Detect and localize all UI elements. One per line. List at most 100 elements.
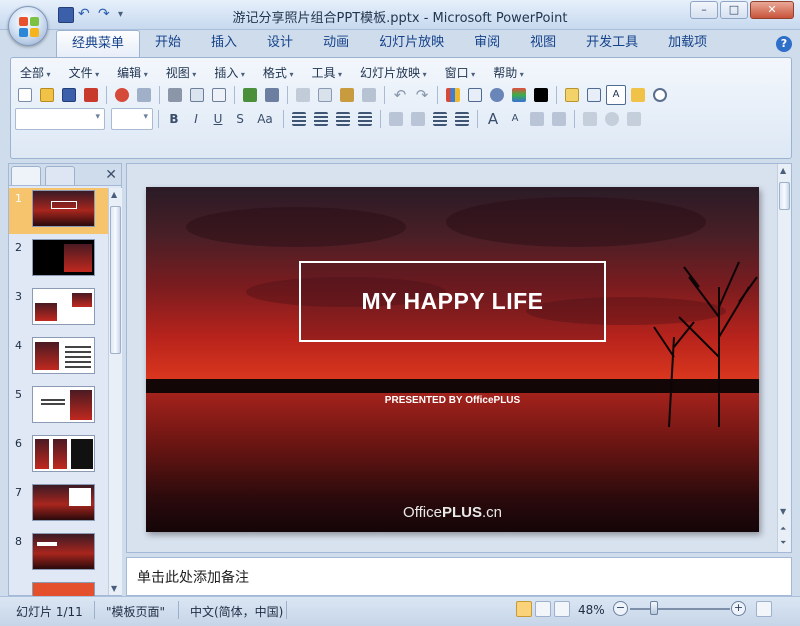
- scroll-down-icon[interactable]: ▼: [780, 507, 786, 516]
- normal-view-icon[interactable]: [516, 601, 532, 617]
- new-icon[interactable]: [15, 85, 35, 105]
- outline-tab[interactable]: [45, 166, 75, 185]
- menu-slideshow[interactable]: 幻灯片放映: [351, 62, 436, 84]
- menu-all[interactable]: 全部: [11, 62, 60, 84]
- justify-icon[interactable]: [355, 109, 375, 129]
- fit-to-window-icon[interactable]: [756, 601, 772, 617]
- slide-title-box[interactable]: MY HAPPY LIFE: [299, 261, 606, 342]
- zoom-out-button[interactable]: −: [613, 601, 628, 616]
- grow-font-button[interactable]: A: [483, 109, 503, 129]
- minimize-button[interactable]: –: [690, 1, 718, 19]
- menu-edit[interactable]: 编辑: [108, 62, 157, 84]
- menu-window[interactable]: 窗口: [436, 62, 485, 84]
- zoom-level[interactable]: 48%: [578, 603, 605, 617]
- tab-home[interactable]: 开始: [140, 30, 196, 57]
- zoom-slider-track[interactable]: [630, 608, 730, 610]
- slide-thumbnail-5[interactable]: 5: [9, 384, 109, 430]
- align-right-icon[interactable]: [333, 109, 353, 129]
- spelling-icon[interactable]: [240, 85, 260, 105]
- menu-insert[interactable]: 插入: [205, 62, 254, 84]
- underline-button[interactable]: U: [208, 109, 228, 129]
- slide-thumbnail-6[interactable]: 6: [9, 433, 109, 479]
- next-slide-icon[interactable]: ⏷: [780, 538, 786, 548]
- close-button[interactable]: ✕: [750, 1, 794, 19]
- zoom-icon[interactable]: [650, 85, 670, 105]
- slide-thumbnail-9[interactable]: [9, 580, 109, 596]
- menu-tools[interactable]: 工具: [302, 62, 351, 84]
- slide-thumbnail-2[interactable]: 2: [9, 237, 109, 283]
- globe-icon[interactable]: [487, 85, 507, 105]
- format-painter-icon[interactable]: [359, 85, 379, 105]
- slide-icon[interactable]: [209, 85, 229, 105]
- scroll-up-icon[interactable]: ▲: [111, 190, 117, 199]
- italic-button[interactable]: I: [186, 109, 206, 129]
- menu-help[interactable]: 帮助: [484, 62, 533, 84]
- slide-canvas[interactable]: MY HAPPY LIFE PRESENTED BY OfficePLUS Of…: [146, 187, 759, 532]
- align-center-icon[interactable]: [311, 109, 331, 129]
- maximize-button[interactable]: □: [720, 1, 748, 19]
- arrange-icon[interactable]: [580, 109, 600, 129]
- change-case-button[interactable]: Aa: [252, 109, 278, 129]
- copy-icon[interactable]: [315, 85, 335, 105]
- tab-review[interactable]: 审阅: [459, 30, 515, 57]
- numbering-icon[interactable]: [430, 109, 450, 129]
- font-name-combo[interactable]: [15, 108, 105, 130]
- thumbnail-scrollbar[interactable]: ▲ ▼: [108, 188, 122, 595]
- office-button[interactable]: [8, 6, 48, 46]
- increase-indent-icon[interactable]: [549, 109, 569, 129]
- previous-slide-icon[interactable]: ⏶: [780, 524, 786, 534]
- menu-view[interactable]: 视图: [157, 62, 206, 84]
- tab-animation[interactable]: 动画: [308, 30, 364, 57]
- slide-thumbnail-3[interactable]: 3: [9, 286, 109, 332]
- align-left-icon[interactable]: [289, 109, 309, 129]
- open-icon[interactable]: [37, 85, 57, 105]
- slide-scrollbar[interactable]: ▲ ▼ ⏶ ⏷: [777, 164, 791, 552]
- layout-icon[interactable]: [584, 85, 604, 105]
- tab-view[interactable]: 视图: [515, 30, 571, 57]
- tab-addins[interactable]: 加载项: [653, 30, 722, 57]
- tab-slideshow[interactable]: 幻灯片放映: [364, 30, 459, 57]
- save-icon[interactable]: [59, 85, 79, 105]
- tab-insert[interactable]: 插入: [196, 30, 252, 57]
- redo-icon[interactable]: ↷: [412, 85, 432, 105]
- shrink-font-button[interactable]: A: [505, 109, 525, 129]
- close-pane-icon[interactable]: ✕: [105, 167, 117, 183]
- slide-thumbnail-1[interactable]: 1: [9, 188, 109, 234]
- font-size-combo[interactable]: [111, 108, 153, 130]
- bullets-icon[interactable]: [452, 109, 472, 129]
- cut-icon[interactable]: [293, 85, 313, 105]
- new-slide-icon[interactable]: [562, 85, 582, 105]
- undo-icon[interactable]: ↶: [390, 85, 410, 105]
- permission-icon[interactable]: [112, 85, 132, 105]
- scroll-thumb[interactable]: [110, 206, 121, 354]
- attach-icon[interactable]: [134, 85, 154, 105]
- slide-thumbnail-7[interactable]: 7: [9, 482, 109, 528]
- chart-icon[interactable]: [443, 85, 463, 105]
- help-icon[interactable]: ?: [776, 36, 792, 52]
- decrease-indent-icon[interactable]: [527, 109, 547, 129]
- color-icon[interactable]: [509, 85, 529, 105]
- print-icon[interactable]: [165, 85, 185, 105]
- scroll-thumb[interactable]: [779, 182, 790, 210]
- menu-file[interactable]: 文件: [60, 62, 109, 84]
- paste-icon[interactable]: [337, 85, 357, 105]
- slides-tab[interactable]: [11, 166, 41, 185]
- shadow-button[interactable]: S: [230, 109, 250, 129]
- tab-developer[interactable]: 开发工具: [571, 30, 653, 57]
- zoom-slider-thumb[interactable]: [650, 601, 658, 615]
- slideshow-view-icon[interactable]: [554, 601, 570, 617]
- language-indicator[interactable]: 中文(简体，中国): [190, 603, 283, 620]
- tab-design[interactable]: 设计: [252, 30, 308, 57]
- save-pdf-icon[interactable]: [81, 85, 101, 105]
- bold-button[interactable]: B: [164, 109, 184, 129]
- notes-pane[interactable]: 单击此处添加备注: [126, 557, 792, 596]
- shapes-icon[interactable]: [602, 109, 622, 129]
- line-spacing-icon[interactable]: [408, 109, 428, 129]
- quick-styles-icon[interactable]: [624, 109, 644, 129]
- text-direction-icon[interactable]: [386, 109, 406, 129]
- slide-thumbnail-8[interactable]: 8: [9, 531, 109, 577]
- print-preview-icon[interactable]: [187, 85, 207, 105]
- folder-icon[interactable]: [628, 85, 648, 105]
- fill-color-icon[interactable]: [531, 85, 551, 105]
- table-icon[interactable]: [465, 85, 485, 105]
